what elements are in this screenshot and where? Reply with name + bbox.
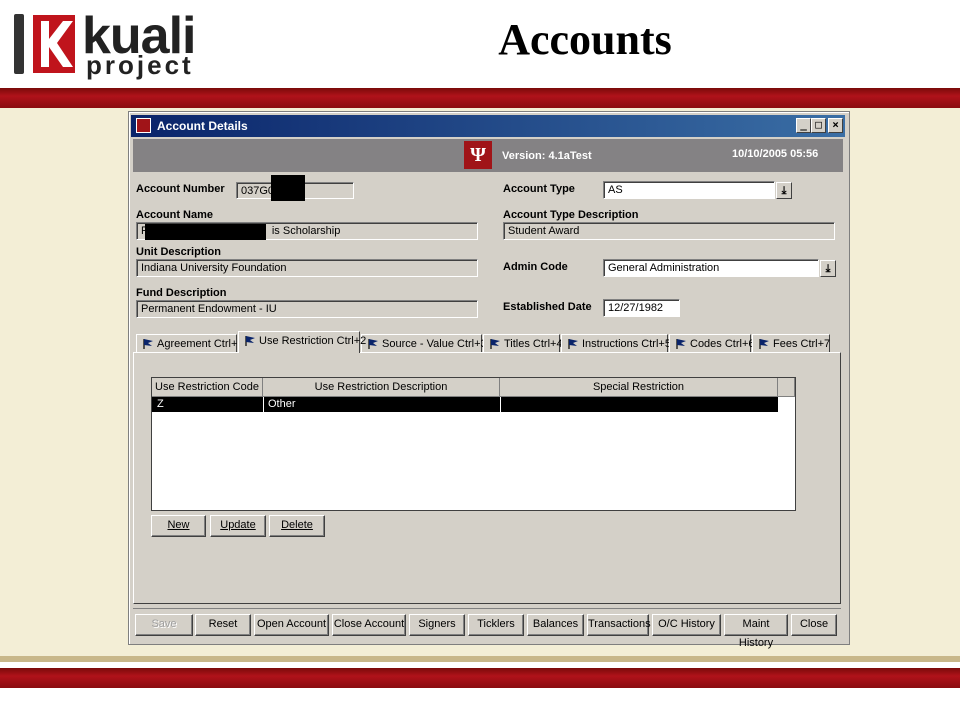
reset-button[interactable]: Reset: [195, 614, 251, 636]
button-label: Transactions: [588, 618, 651, 630]
tab-use[interactable]: Use Restriction Ctrl+2: [238, 331, 366, 353]
tab-label: Titles Ctrl+4: [504, 338, 563, 350]
new-button-label: New: [167, 519, 190, 531]
version-label: Version: 4.1aTest: [502, 150, 592, 162]
close-account-button[interactable]: Close Account: [332, 614, 406, 636]
flag-icon: [142, 338, 154, 350]
fund-description-label: Fund Description: [136, 287, 227, 299]
footer-stripe: [0, 656, 960, 662]
window-titlebar[interactable]: Account Details _ □ ×: [131, 115, 845, 137]
tab-label: Use Restriction Ctrl+2: [259, 335, 367, 347]
redaction-box: [271, 175, 305, 201]
established-date-label: Established Date: [503, 301, 592, 313]
save-button[interactable]: Save: [135, 614, 193, 636]
footer-band: [0, 668, 960, 688]
tab-label: Agreement Ctrl+1: [157, 338, 244, 350]
o-c-history-button[interactable]: O/C History: [652, 614, 721, 636]
established-date-field[interactable]: 12/27/1982: [603, 299, 680, 317]
admin-code-select[interactable]: General Administration: [603, 259, 819, 277]
button-label: Signers: [418, 618, 456, 630]
flag-icon: [489, 338, 501, 350]
account-name-label: Account Name: [136, 209, 214, 221]
flag-icon: [675, 338, 687, 350]
header-band: [0, 88, 960, 108]
open-account-button[interactable]: Open Account: [254, 614, 329, 636]
button-label: Save: [151, 618, 177, 630]
column-header-code[interactable]: Use Restriction Code: [152, 378, 263, 397]
tab-titles[interactable]: Titles Ctrl+4: [483, 334, 563, 353]
footer-divider: [133, 608, 841, 609]
account-number-label: Account Number: [136, 183, 225, 195]
button-label: Open Account: [256, 618, 327, 630]
button-label: O/C History: [658, 618, 715, 630]
dropdown-arrow-icon[interactable]: ⤓: [820, 260, 836, 277]
account-number-value: 037G0: [241, 185, 275, 197]
fund-description-field[interactable]: Permanent Endowment - IU: [136, 300, 478, 318]
button-label: Ticklers: [477, 618, 515, 630]
close-icon[interactable]: ×: [828, 118, 843, 133]
tab-instructions[interactable]: Instructions Ctrl+5: [561, 334, 671, 353]
delete-button-label: Delete: [281, 519, 313, 531]
account-type-description-label: Account Type Description: [503, 209, 639, 221]
tab-label: Fees Ctrl+7: [773, 338, 831, 350]
kuali-logo-mark: [33, 15, 75, 73]
minimize-icon[interactable]: _: [796, 118, 811, 133]
new-button[interactable]: New: [151, 515, 206, 537]
flag-icon: [567, 338, 579, 350]
column-header-special[interactable]: Special Restriction: [500, 378, 778, 397]
redaction-box: [145, 224, 266, 240]
logo-subword: project: [86, 50, 194, 80]
cell-description: Other: [268, 398, 296, 410]
signers-button[interactable]: Signers: [409, 614, 465, 636]
datetime-label: 10/10/2005 05:56: [732, 148, 819, 160]
button-label: Maint History: [738, 618, 774, 649]
tab-label: Instructions Ctrl+5: [582, 338, 671, 350]
flag-icon: [367, 338, 379, 350]
account-type-label: Account Type: [503, 183, 575, 195]
kuali-app-icon: [136, 118, 151, 133]
button-label: Close Account: [333, 618, 405, 630]
slide-title: Accounts: [498, 15, 672, 64]
button-label: Balances: [532, 618, 579, 630]
tab-codes[interactable]: Codes Ctrl+6: [669, 334, 755, 353]
dropdown-arrow-icon[interactable]: ⤓: [776, 182, 792, 199]
flag-icon: [758, 338, 770, 350]
transactions-button[interactable]: Transactions: [587, 614, 651, 636]
cell-divider: [500, 397, 501, 412]
unit-description-label: Unit Description: [136, 246, 221, 258]
delete-button[interactable]: Delete: [269, 515, 325, 537]
account-type-select[interactable]: AS: [603, 181, 775, 199]
admin-code-label: Admin Code: [503, 261, 568, 273]
column-header-description[interactable]: Use Restriction Description: [263, 378, 500, 397]
update-button-label: Update: [220, 519, 256, 531]
balances-button[interactable]: Balances: [527, 614, 584, 636]
cell-code: Z: [157, 398, 164, 410]
maximize-icon[interactable]: □: [811, 118, 826, 133]
window-title: Account Details: [157, 119, 248, 133]
maint-history-button[interactable]: Maint History: [724, 614, 788, 649]
unit-description-field[interactable]: Indiana University Foundation: [136, 259, 478, 277]
account-name-suffix: is Scholarship: [271, 225, 341, 237]
tab-agreement[interactable]: Agreement Ctrl+1: [136, 334, 244, 353]
close-button[interactable]: Close: [791, 614, 837, 636]
ticklers-button[interactable]: Ticklers: [468, 614, 524, 636]
column-header-spacer: [778, 378, 795, 397]
flag-icon: [244, 335, 256, 347]
update-button[interactable]: Update: [210, 515, 266, 537]
university-logo-icon: Ψ: [464, 141, 492, 169]
cell-divider: [263, 397, 264, 412]
tab-label: Codes Ctrl+6: [690, 338, 755, 350]
tab-source[interactable]: Source - Value Ctrl+3: [361, 334, 487, 353]
button-label: Reset: [208, 618, 238, 630]
tab-fees[interactable]: Fees Ctrl+7: [752, 334, 830, 353]
account-type-description-field[interactable]: Student Award: [503, 222, 835, 240]
logo-divider: [14, 14, 24, 74]
tab-label: Source - Value Ctrl+3: [382, 338, 487, 350]
table-row[interactable]: Z Other: [152, 397, 778, 412]
info-bar: Ψ Version: 4.1aTest 10/10/2005 05:56: [133, 139, 843, 172]
button-label: Close: [799, 618, 829, 630]
use-restriction-grid[interactable]: Use Restriction Code Use Restriction Des…: [151, 377, 796, 511]
